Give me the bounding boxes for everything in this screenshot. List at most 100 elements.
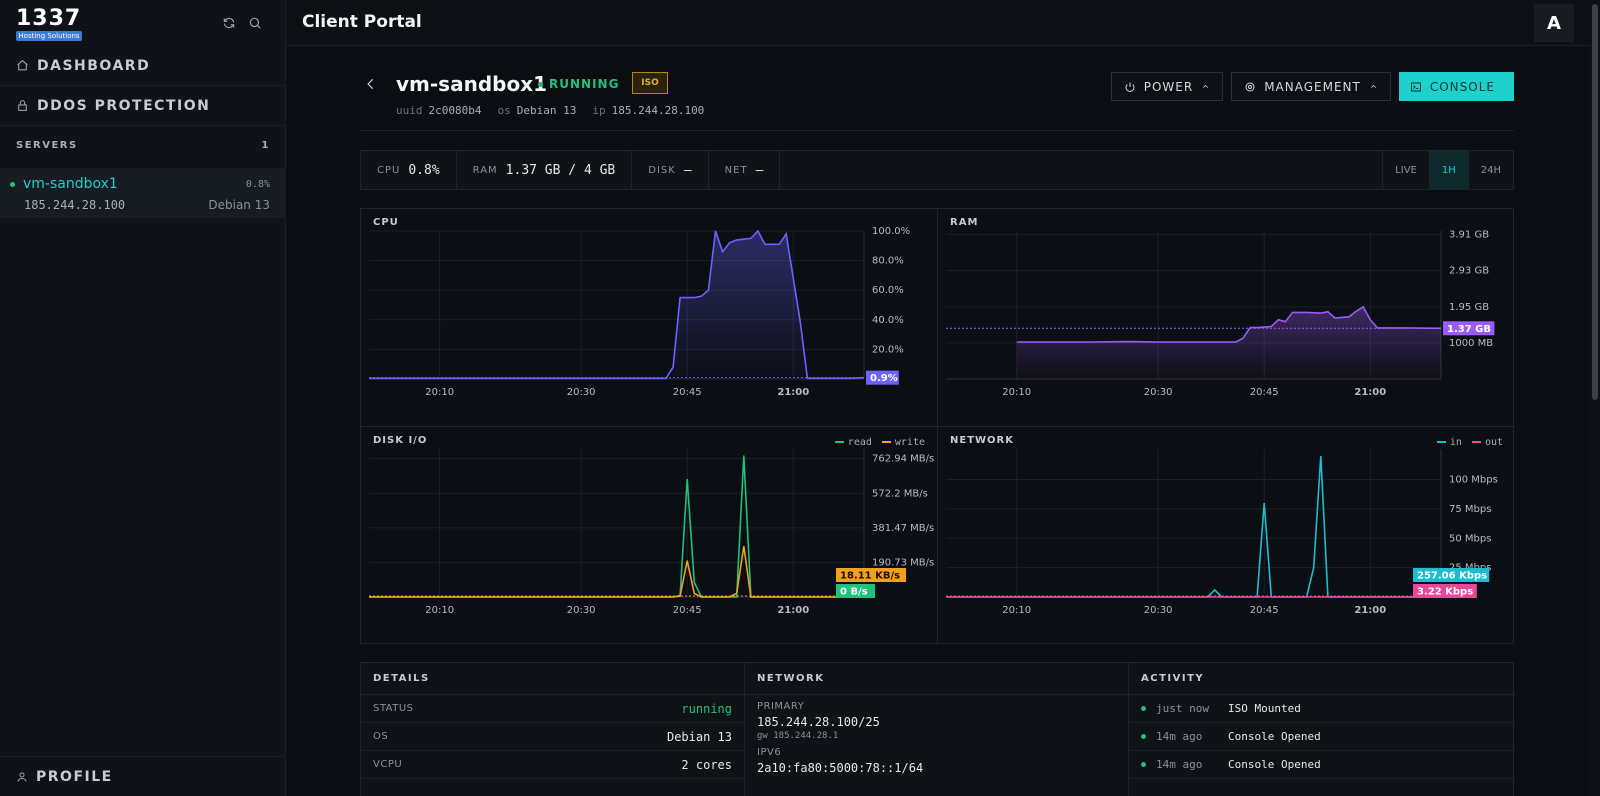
avatar[interactable]: A	[1534, 4, 1574, 42]
network-primary-value: 185.244.28.100/25	[757, 715, 880, 729]
nav-ddos-protection[interactable]: DDOS PROTECTION	[0, 86, 286, 126]
gear-icon	[1245, 82, 1255, 91]
stat-ram: RAM 1.37 GB / 4 GB	[457, 150, 633, 190]
detail-vcpu-value: 2 cores	[681, 757, 732, 772]
server-item[interactable]: vm-sandbox1 0.8% 185.244.28.100 Debian 1…	[0, 168, 286, 218]
meta-uuid-key: uuid	[396, 104, 423, 117]
management-label: MANAGEMENT	[1264, 79, 1361, 94]
details-panel: DETAILS STATUS running OS Debian 13 VCPU 2 …	[360, 662, 1515, 796]
y-tick-label: 3.91 GB	[1449, 229, 1489, 240]
status-dot	[10, 181, 15, 187]
x-tick-label: 20:30	[1144, 387, 1173, 398]
home-icon	[17, 59, 28, 71]
server-name: vm-sandbox1	[10, 176, 118, 192]
x-tick-label: 20:45	[673, 605, 702, 616]
meta-os-key: os	[497, 104, 511, 117]
detail-status-value: running	[681, 701, 732, 716]
activity-event: Console Opened	[1228, 758, 1321, 771]
y-tick-label: 572.2 MB/s	[872, 488, 928, 499]
stat-net-value: —	[755, 162, 764, 178]
x-tick-label: 20:10	[1002, 605, 1031, 616]
iso-badge: ISO	[632, 72, 668, 94]
cpu-chart-title: CPU	[373, 217, 399, 228]
tab-24h[interactable]: 24H	[1467, 151, 1513, 189]
console-button[interactable]: CONSOLE	[1398, 72, 1514, 101]
chevron-left-icon	[367, 78, 374, 90]
detail-row-vcpu: VCPU 2 cores	[361, 751, 744, 779]
lock-icon	[18, 100, 27, 111]
meta-uuid-value: 2c0080b4	[428, 104, 482, 117]
y-tick-label: 381.47 MB/s	[872, 523, 934, 534]
nav-profile[interactable]: PROFILE	[0, 756, 286, 796]
nav-ddos-label: DDOS PROTECTION	[37, 97, 211, 114]
x-tick-label: 21:00	[1354, 387, 1386, 398]
stat-net: NET —	[709, 150, 781, 190]
legend-out-label: out	[1484, 437, 1503, 448]
ram-chart: 20:10 20:30 20:45 21:00 3.91 GB 2.93 GB 1.95 G…	[938, 209, 1515, 427]
x-tick-label: 21:00	[1354, 605, 1386, 616]
meta-os-value: Debian 13	[516, 104, 577, 117]
x-tick-label: 21:00	[777, 387, 809, 398]
sidebar: 1337 Hosting Solutions DASHBOARD DDOS PR…	[0, 0, 286, 796]
server-os: Debian 13	[208, 198, 270, 212]
series-line-read	[369, 455, 864, 598]
stat-cpu-key: CPU	[377, 164, 401, 176]
y-tick-label: 80.0%	[872, 256, 904, 267]
chevron-up-icon	[1370, 84, 1376, 88]
current-write-label: 18.11 KB/s	[840, 571, 900, 582]
series-line-in	[946, 455, 1441, 598]
logo[interactable]: 1337 Hosting Solutions	[16, 8, 82, 42]
stat-cpu: CPU 0.8%	[361, 150, 457, 190]
power-icon	[1125, 82, 1135, 92]
status-dot	[538, 81, 543, 87]
ram-chart-plot: 20:10 20:30 20:45 21:00 3.91 GB 2.93 GB 1.95 G…	[946, 229, 1495, 398]
y-tick-label: 100.0%	[872, 226, 910, 237]
y-tick-label: 190.73 MB/s	[872, 557, 934, 568]
back-button[interactable]	[364, 76, 378, 90]
ram-chart-title: RAM	[950, 217, 979, 228]
tab-live[interactable]: LIVE	[1382, 151, 1429, 189]
y-tick-label: 60.0%	[872, 285, 904, 296]
series-area	[1016, 306, 1441, 379]
stat-disk: DISK —	[632, 150, 709, 190]
series-line-write	[369, 546, 864, 598]
status-text: RUNNING	[549, 77, 620, 91]
management-button[interactable]: MANAGEMENT	[1231, 72, 1391, 101]
scrollbar[interactable]	[1590, 0, 1600, 796]
stat-ram-key: RAM	[472, 164, 498, 176]
power-button[interactable]: POWER	[1110, 72, 1224, 101]
meta-uuid: uuid 2c0080b4	[396, 104, 481, 117]
meta-os: os Debian 13	[497, 104, 576, 117]
x-tick-label: 20:30	[567, 387, 596, 398]
network-primary: PRIMARY 185.244.28.100/25 gw 185.244.28.…	[745, 695, 1128, 741]
scrollbar-thumb[interactable]	[1592, 4, 1598, 400]
activity-title: ACTIVITY	[1129, 663, 1515, 695]
chevron-up-icon	[1203, 84, 1209, 88]
legend-write: write	[881, 437, 925, 448]
activity-dot	[1141, 706, 1146, 711]
activity-column: ACTIVITY just now ISO Mounted 14m ago Cons…	[1129, 663, 1515, 796]
nav-dashboard[interactable]: DASHBOARD	[0, 46, 286, 86]
details-column: DETAILS STATUS running OS Debian 13 VCPU 2 …	[361, 663, 745, 796]
vm-name: vm-sandbox1	[396, 72, 548, 96]
current-out-label: 3.22 Kbps	[1417, 587, 1473, 598]
network-title: NETWORK	[745, 663, 1128, 695]
activity-dot	[1141, 762, 1146, 767]
x-tick-label: 20:45	[1250, 605, 1279, 616]
y-tick-label: 20.0%	[872, 344, 904, 355]
topbar: Client Portal A	[286, 0, 1600, 46]
x-tick-label: 20:10	[425, 605, 454, 616]
x-tick-label: 20:45	[673, 387, 702, 398]
activity-item: 14m ago Console Opened	[1129, 723, 1515, 751]
y-tick-label: 1.95 GB	[1449, 302, 1489, 313]
network-chart: 20:10 20:30 20:45 21:00 100 Mbps 75 Mbps 50 Mb…	[938, 427, 1515, 645]
sidebar-tools	[222, 16, 262, 30]
server-ip: 185.244.28.100	[24, 198, 126, 212]
search-icon[interactable]	[248, 16, 262, 30]
refresh-icon[interactable]	[222, 16, 236, 30]
legend-in-label: in	[1449, 437, 1462, 448]
tab-1h[interactable]: 1H	[1428, 151, 1468, 189]
y-tick-label: 75 Mbps	[1449, 504, 1491, 515]
range-tabs: LIVE 1H 24H	[1382, 151, 1513, 189]
x-tick-label: 21:00	[777, 605, 809, 616]
